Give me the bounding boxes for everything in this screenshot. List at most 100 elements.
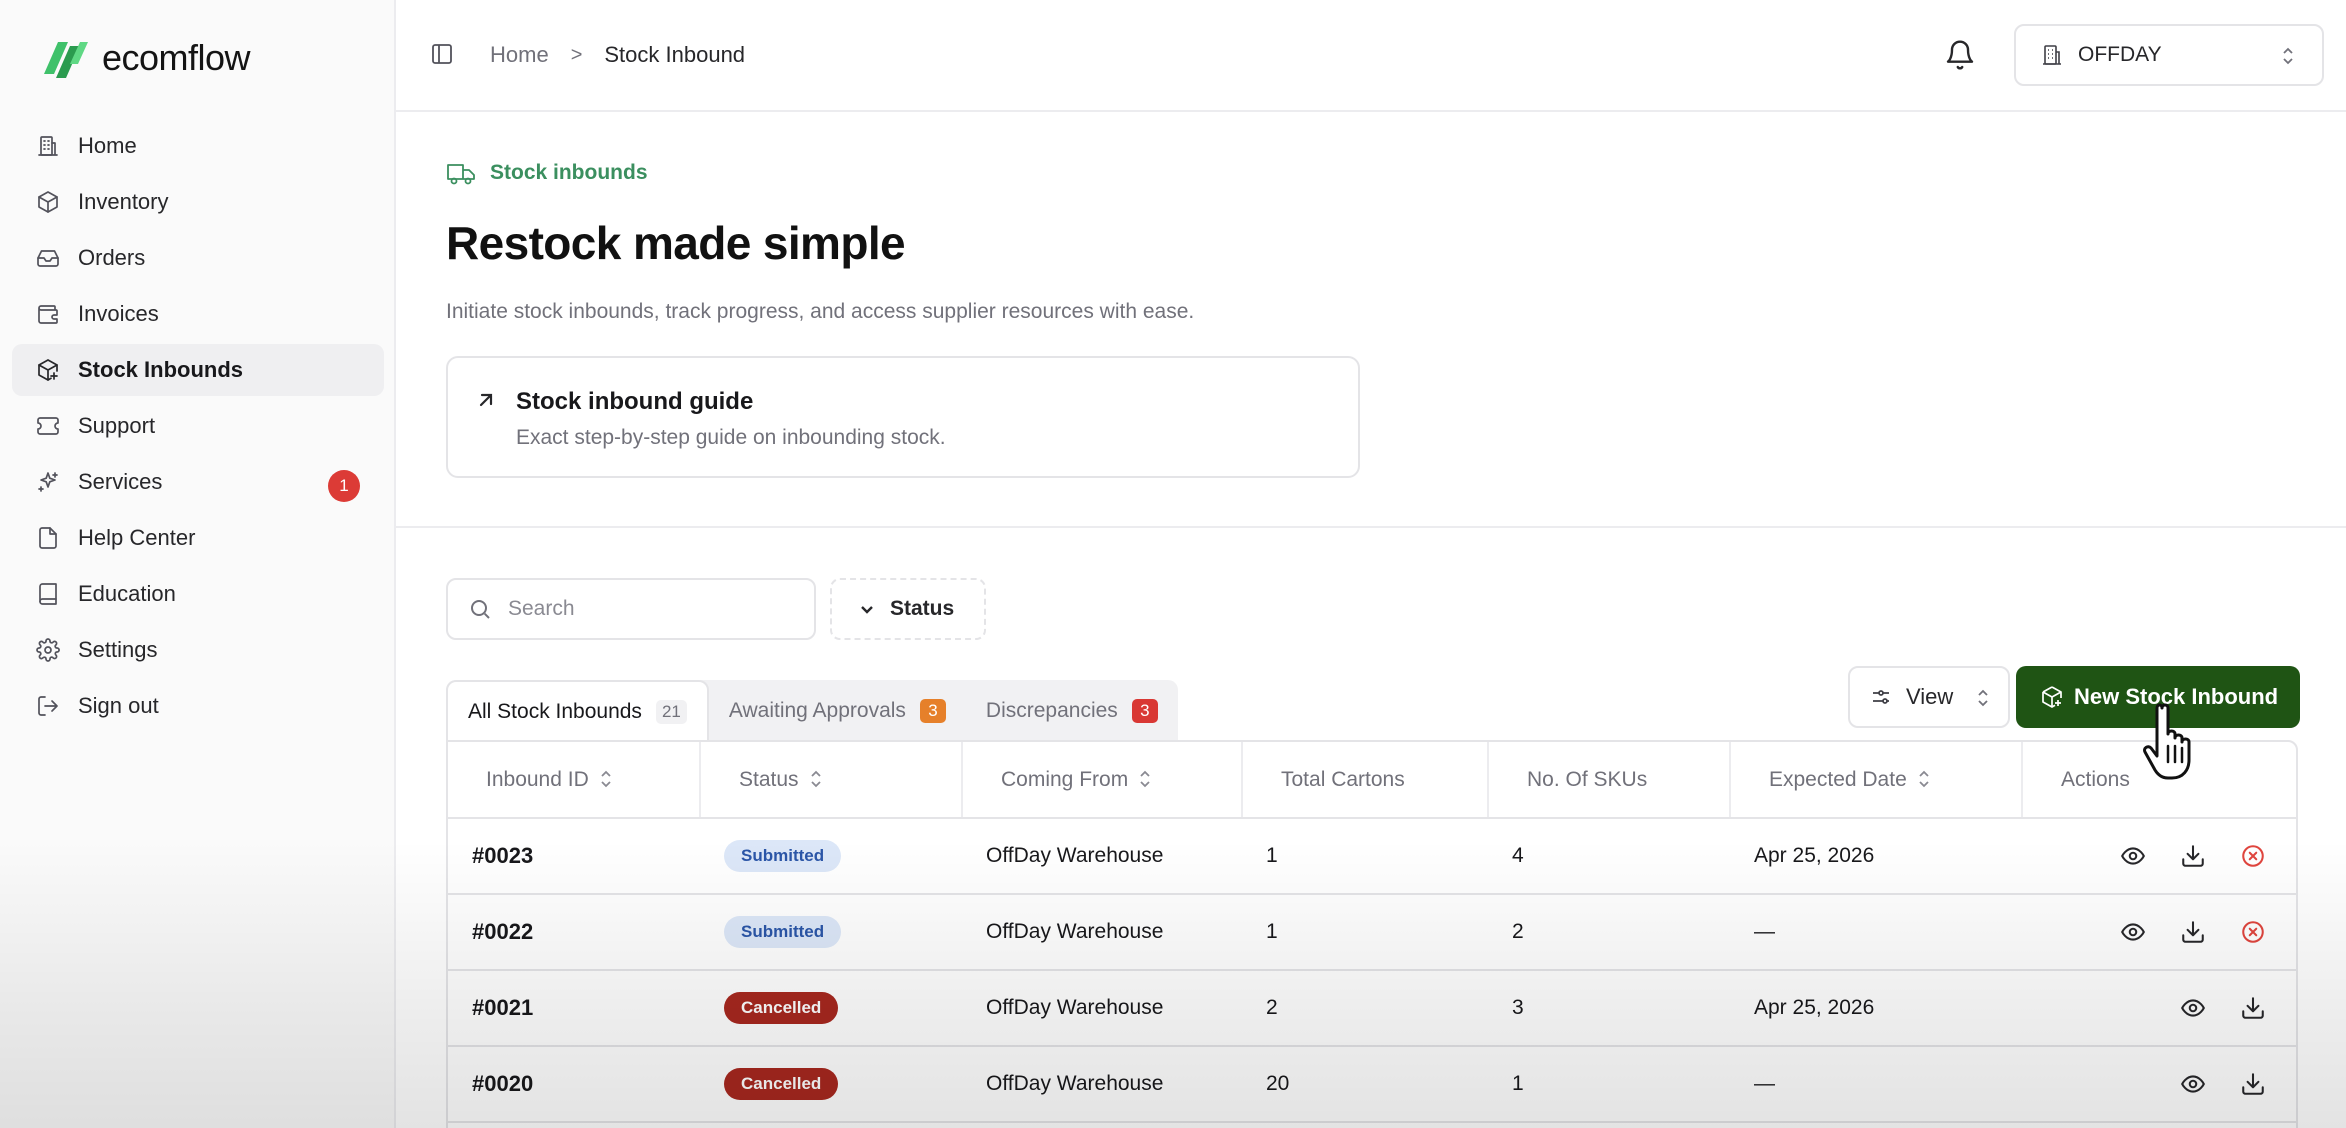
wallet-icon bbox=[36, 302, 60, 326]
arrow-up-right-icon bbox=[474, 388, 498, 412]
eye-icon[interactable] bbox=[2120, 843, 2146, 869]
inbound-tabs: All Stock Inbounds 21 Awaiting Approvals… bbox=[446, 680, 1178, 742]
sidebar: ecomflow Home Inventory Orders Invoices … bbox=[0, 0, 396, 1128]
status-cell: Cancelled bbox=[700, 970, 962, 1046]
coming-from: OffDay Warehouse bbox=[986, 844, 1164, 867]
column-header-coming-from[interactable]: Coming From bbox=[962, 742, 1243, 819]
chevron-down-icon bbox=[858, 600, 876, 618]
eye-icon[interactable] bbox=[2180, 995, 2206, 1021]
eye-icon[interactable] bbox=[2180, 1071, 2206, 1097]
table-row[interactable]: #0020 Cancelled OffDay Warehouse 20 1 — bbox=[448, 1046, 2296, 1122]
sku-count: 4 bbox=[1512, 844, 1524, 867]
sliders-icon bbox=[1870, 686, 1892, 708]
hero-section: Stock inbounds Restock made simple Initi… bbox=[446, 160, 1194, 324]
status-badge: Submitted bbox=[724, 840, 842, 872]
coming-from: OffDay Warehouse bbox=[986, 1072, 1164, 1095]
sidebar-toggle-icon[interactable] bbox=[430, 42, 454, 66]
download-icon[interactable] bbox=[2240, 995, 2266, 1021]
sidebar-item-stock-inbounds[interactable]: Stock Inbounds bbox=[12, 344, 384, 396]
sidebar-item-label: Settings bbox=[78, 637, 158, 662]
store-name: OFFDAY bbox=[2078, 43, 2162, 66]
notification-badge: 1 bbox=[328, 470, 360, 502]
inbox-icon bbox=[36, 246, 60, 270]
tab-discrepancies[interactable]: Discrepancies 3 bbox=[966, 680, 1178, 742]
view-options-button[interactable]: View bbox=[1848, 666, 2010, 728]
inbound-id: #0022 bbox=[472, 919, 534, 944]
eye-icon[interactable] bbox=[2120, 919, 2146, 945]
tab-all-stock-inbounds[interactable]: All Stock Inbounds 21 bbox=[446, 680, 709, 742]
sidebar-item-label: Invoices bbox=[78, 301, 159, 326]
sidebar-item-orders[interactable]: Orders bbox=[12, 232, 384, 284]
sparkles-icon bbox=[36, 470, 60, 494]
store-selector[interactable]: OFFDAY bbox=[2014, 24, 2324, 86]
tab-awaiting-approvals[interactable]: Awaiting Approvals 3 bbox=[709, 680, 966, 742]
sidebar-item-invoices[interactable]: Invoices bbox=[12, 288, 384, 340]
total-cartons: 2 bbox=[1266, 996, 1278, 1019]
stock-inbound-guide-card[interactable]: Stock inbound guide Exact step-by-step g… bbox=[446, 356, 1360, 478]
sidebar-item-label: Education bbox=[78, 581, 176, 606]
row-actions bbox=[2022, 818, 2296, 894]
ticket-icon bbox=[36, 414, 60, 438]
guide-title: Stock inbound guide bbox=[516, 388, 754, 415]
search-input[interactable] bbox=[508, 597, 808, 621]
download-icon[interactable] bbox=[2180, 843, 2206, 869]
cancel-circle-icon[interactable] bbox=[2240, 843, 2266, 869]
sidebar-item-services[interactable]: Services 1 bbox=[12, 456, 384, 508]
table-header-row: Inbound ID Status Coming From Total Cart… bbox=[448, 742, 2296, 819]
book-icon bbox=[36, 582, 60, 606]
status-badge: Submitted bbox=[724, 916, 842, 948]
status-cell: Submitted bbox=[700, 818, 962, 894]
breadcrumb-current: Stock Inbound bbox=[604, 42, 746, 67]
tab-label: Awaiting Approvals bbox=[728, 699, 906, 722]
column-header-status[interactable]: Status bbox=[700, 742, 963, 819]
download-icon[interactable] bbox=[2180, 919, 2206, 945]
row-actions bbox=[2022, 1046, 2296, 1122]
main-content: Home > Stock Inbound OFFDAY Stock inboun… bbox=[396, 0, 2346, 1128]
sku-count: 3 bbox=[1512, 996, 1524, 1019]
column-header-inbound-id[interactable]: Inbound ID bbox=[448, 742, 701, 819]
chevron-up-down-icon bbox=[2278, 44, 2298, 68]
sidebar-item-label: Stock Inbounds bbox=[78, 357, 243, 382]
table-row[interactable]: #0021 Cancelled OffDay Warehouse 2 3 Apr… bbox=[448, 970, 2296, 1046]
column-header-total-cartons: Total Cartons bbox=[1242, 742, 1489, 819]
logo[interactable]: ecomflow bbox=[42, 34, 251, 82]
breadcrumb-home-link[interactable]: Home bbox=[490, 42, 549, 68]
cancel-circle-icon[interactable] bbox=[2240, 919, 2266, 945]
tab-label: All Stock Inbounds bbox=[468, 700, 642, 723]
table-row[interactable]: #0022 Submitted OffDay Warehouse 1 2 — bbox=[448, 894, 2296, 970]
building-icon bbox=[2040, 43, 2064, 67]
column-header-expected-date[interactable]: Expected Date bbox=[1730, 742, 2023, 819]
sidebar-item-label: Sign out bbox=[78, 693, 159, 718]
tab-count-badge: 3 bbox=[1131, 699, 1158, 723]
sidebar-item-label: Home bbox=[78, 133, 137, 158]
sort-icon bbox=[809, 769, 823, 789]
sidebar-item-sign-out[interactable]: Sign out bbox=[12, 680, 384, 732]
sidebar-item-education[interactable]: Education bbox=[12, 568, 384, 620]
download-icon[interactable] bbox=[2240, 1071, 2266, 1097]
bell-icon[interactable] bbox=[1944, 38, 1976, 72]
building-icon bbox=[36, 134, 60, 158]
sidebar-item-support[interactable]: Support bbox=[12, 400, 384, 452]
sidebar-nav: Home Inventory Orders Invoices Stock Inb… bbox=[12, 120, 384, 736]
sidebar-item-settings[interactable]: Settings bbox=[12, 624, 384, 676]
table-row[interactable]: #0023 Submitted OffDay Warehouse 1 4 Apr… bbox=[448, 818, 2296, 894]
search-field[interactable] bbox=[446, 578, 816, 640]
total-cartons: 1 bbox=[1266, 844, 1278, 867]
sidebar-item-help-center[interactable]: Help Center bbox=[12, 512, 384, 564]
coming-from: OffDay Warehouse bbox=[986, 996, 1164, 1019]
status-badge: Cancelled bbox=[724, 1068, 839, 1100]
status-filter-button[interactable]: Status bbox=[830, 578, 986, 640]
sku-count: 2 bbox=[1512, 920, 1524, 943]
expected-date: — bbox=[1754, 920, 1775, 943]
sidebar-item-label: Support bbox=[78, 413, 156, 438]
sidebar-item-home[interactable]: Home bbox=[12, 120, 384, 172]
view-label: View bbox=[1906, 684, 1954, 709]
topbar: Home > Stock Inbound OFFDAY bbox=[396, 0, 2346, 112]
sidebar-item-inventory[interactable]: Inventory bbox=[12, 176, 384, 228]
truck-icon bbox=[446, 160, 476, 186]
tab-count-badge: 3 bbox=[919, 699, 946, 723]
sort-icon bbox=[1917, 769, 1931, 789]
sku-count: 1 bbox=[1512, 1072, 1524, 1095]
search-icon bbox=[468, 597, 492, 621]
status-cell: Submitted bbox=[700, 894, 962, 970]
